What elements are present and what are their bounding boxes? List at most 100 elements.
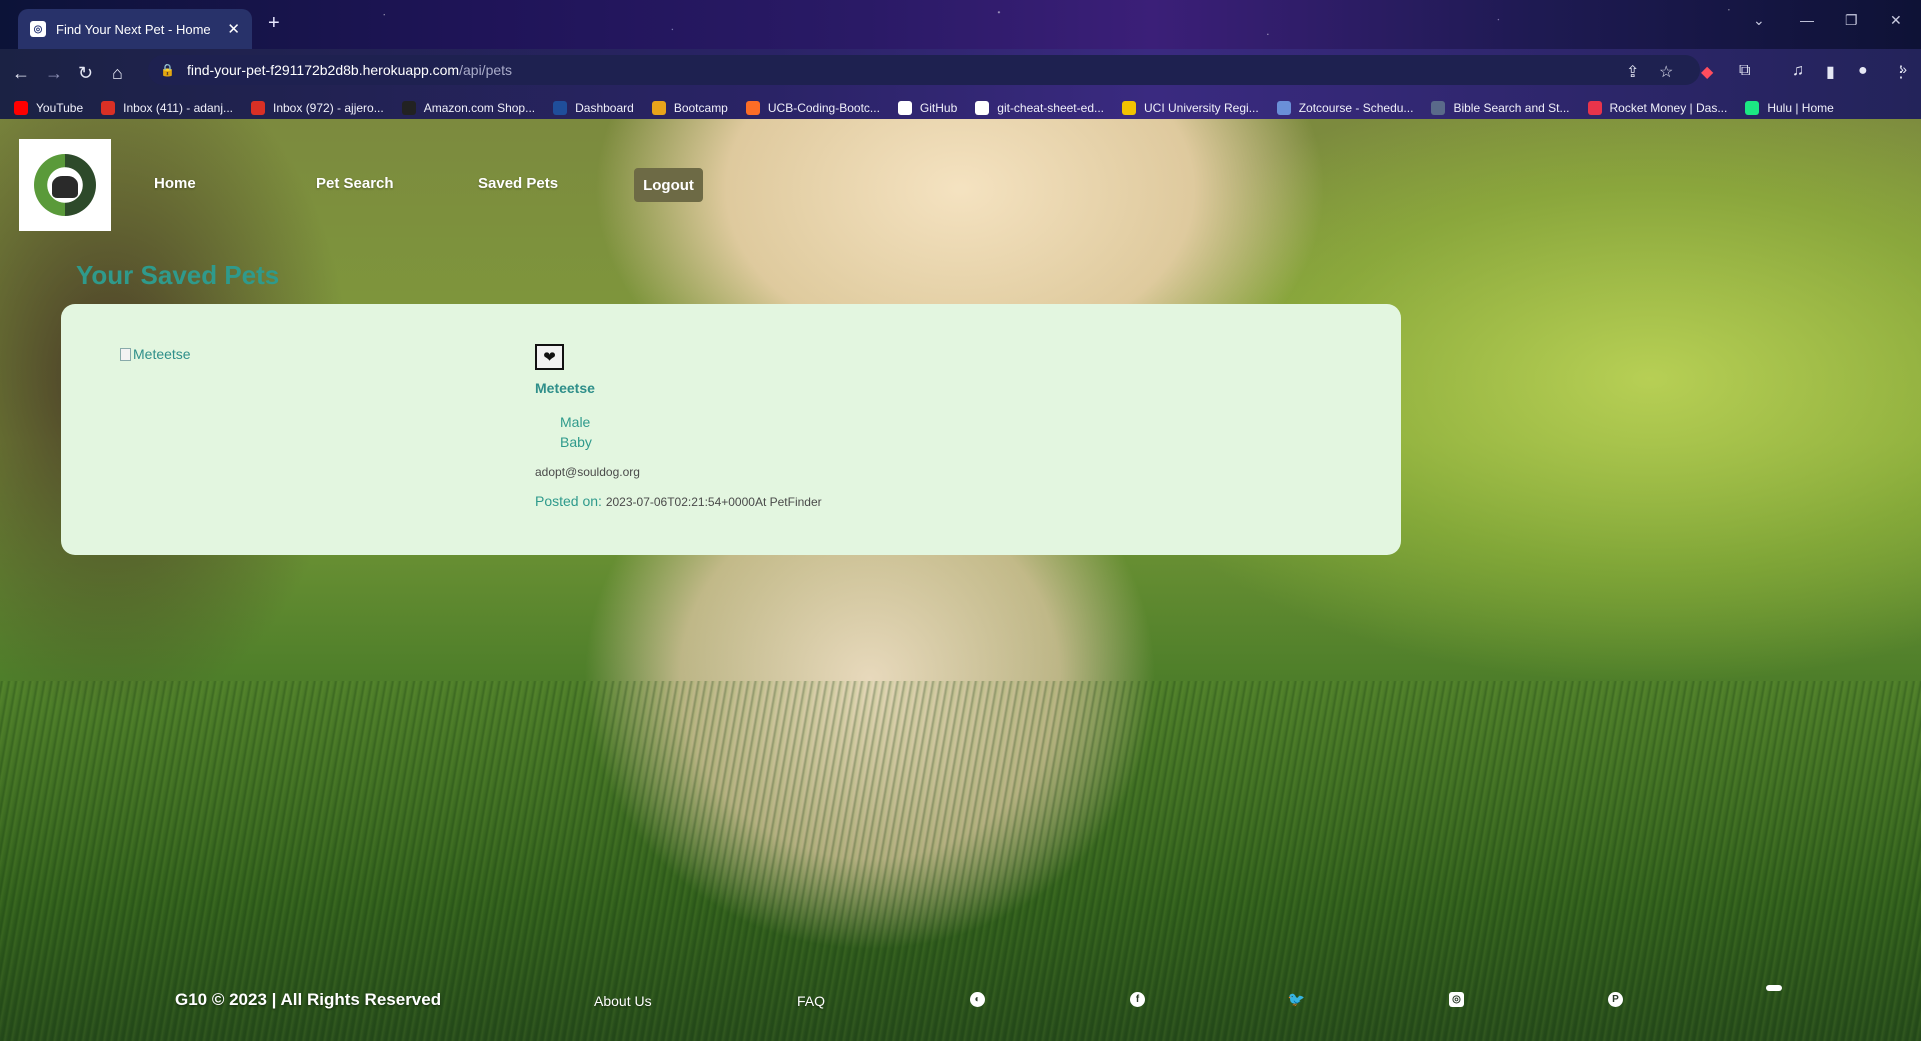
youtube-icon [14, 101, 28, 115]
logout-button[interactable]: Logout [634, 168, 703, 202]
pet-name: Meteetse [535, 380, 595, 396]
bookmark-label: YouTube [36, 101, 84, 115]
bookmark-item[interactable]: Inbox (972) - ajjero... [251, 101, 384, 115]
bookmark-label: UCI University Regi... [1144, 101, 1259, 115]
bookmark-label: UCB-Coding-Bootc... [767, 101, 880, 115]
broken-image-icon [120, 347, 131, 361]
bible-icon [1431, 101, 1446, 115]
bookmark-item[interactable]: Bible Search and St... [1431, 101, 1570, 115]
unsave-heart-button[interactable]: ❤ [535, 344, 564, 370]
nav-home-link[interactable]: Home [154, 175, 196, 192]
bookmark-item[interactable]: YouTube [14, 101, 83, 115]
bookmark-label: Inbox (411) - adanj... [123, 101, 233, 115]
site-favicon: ◎ [30, 21, 46, 37]
extensions-puzzle-icon[interactable]: ⧉ [1739, 62, 1750, 80]
uci-icon [1122, 101, 1136, 115]
more-bookmarks-icon[interactable]: » [1899, 61, 1907, 77]
home-icon[interactable]: ⌂ [112, 63, 123, 84]
bookmark-label: Bible Search and St... [1453, 101, 1570, 115]
lock-icon: 🔒 [160, 63, 175, 77]
bookmark-item[interactable]: GitHub [897, 101, 958, 115]
gmail-icon [251, 101, 265, 115]
bookmark-label: Amazon.com Shop... [423, 101, 536, 115]
bookmark-item[interactable]: Zotcourse - Schedu... [1276, 101, 1414, 115]
window-close-icon[interactable]: ✕ [1890, 12, 1902, 29]
github-icon [975, 101, 990, 115]
minimize-icon[interactable]: — [1800, 12, 1814, 28]
media-icon[interactable]: ♫ [1792, 62, 1804, 80]
bookmark-label: git-cheat-sheet-ed... [997, 101, 1104, 115]
bookmark-item[interactable]: Amazon.com Shop... [401, 101, 536, 115]
gmail-icon [101, 101, 116, 115]
share-icon[interactable]: ⇪ [1626, 62, 1639, 82]
close-tab-icon[interactable]: ✕ [227, 20, 240, 38]
browser-tab[interactable]: ◎ Find Your Next Pet - Home ✕ [18, 9, 252, 49]
footer-about-link[interactable]: About Us [594, 993, 652, 1009]
bookmark-item[interactable]: Hulu | Home [1745, 101, 1834, 115]
bookmark-item[interactable]: Dashboard [553, 101, 634, 115]
forward-icon[interactable]: → [45, 63, 63, 84]
browser-tabstrip: ◎ Find Your Next Pet - Home ✕ + ⌄ — ❐ ✕ [0, 0, 1921, 49]
hulu-icon [1745, 101, 1760, 115]
facebook-icon[interactable]: f [1130, 992, 1145, 1007]
bookmark-item[interactable]: UCB-Coding-Bootc... [745, 101, 880, 115]
pet-logo-icon [34, 154, 96, 216]
tab-title: Find Your Next Pet - Home [56, 21, 211, 37]
footer-faq-link[interactable]: FAQ [797, 993, 825, 1009]
uci-icon [553, 101, 568, 115]
footer-copyright: G10 © 2023 | All Rights Reserved [175, 990, 442, 1009]
extra-social-icon[interactable] [1766, 985, 1782, 991]
pet-posted-info: Posted on: 2023-07-06T02:21:54+0000At Pe… [535, 493, 822, 509]
bookmark-item[interactable]: Rocket Money | Das... [1587, 101, 1728, 115]
page-viewport: Home Pet Search Saved Pets Logout Your S… [0, 119, 1921, 1041]
amazon-icon [401, 101, 416, 115]
posted-date: 2023-07-06T02:21:54+0000At PetFinder [605, 495, 822, 509]
pet-gender: Male [560, 414, 591, 430]
page-title: Your Saved Pets [76, 260, 280, 290]
saved-pet-card: Meteetse ❤ Meteetse Male Baby adopt@soul… [61, 304, 1401, 555]
nav-saved-pets-link[interactable]: Saved Pets [478, 175, 558, 192]
site-footer: G10 © 2023 | All Rights Reserved About U… [0, 982, 1921, 1022]
heart-icon: ❤ [543, 349, 556, 366]
new-tab-button[interactable]: + [268, 12, 280, 35]
side-panel-icon[interactable]: ▮ [1826, 62, 1835, 82]
browser-toolbar: ← → ↻ ⌂ 🔒 find-your-pet-f291172b2d8b.her… [0, 49, 1921, 129]
bookmark-label: Zotcourse - Schedu... [1298, 101, 1414, 115]
restore-icon[interactable]: ❐ [1845, 12, 1858, 29]
site-logo[interactable] [19, 139, 111, 231]
instagram-icon[interactable]: ◎ [1449, 992, 1464, 1007]
bookmark-item[interactable]: Bootcamp [651, 101, 728, 115]
rocket-icon [1587, 101, 1602, 115]
bookmark-star-icon[interactable]: ☆ [1659, 62, 1673, 82]
nav-pet-search-link[interactable]: Pet Search [316, 175, 394, 192]
bookmark-label: Inbox (972) - ajjero... [273, 101, 384, 115]
pinterest-icon[interactable]: P [1608, 992, 1623, 1007]
github-icon [897, 101, 912, 115]
twitter-icon[interactable]: 🐦 [1288, 991, 1305, 1007]
bookmark-item[interactable]: Inbox (411) - adanj... [101, 101, 233, 115]
profile-avatar-icon[interactable]: ● [1858, 62, 1868, 80]
calendar-icon [1276, 101, 1291, 115]
url-path: /api/pets [459, 62, 513, 78]
bookmark-label: Dashboard [575, 101, 634, 115]
url-host: find-your-pet-f291172b2d8b.herokuapp.com [186, 62, 460, 78]
bootcamp-icon [651, 101, 666, 115]
reload-icon[interactable]: ↻ [78, 63, 93, 84]
pet-age: Baby [560, 434, 592, 450]
extension-icon[interactable]: ◆ [1701, 62, 1713, 82]
bookmark-label: Hulu | Home [1767, 101, 1834, 115]
github-icon[interactable]: ◐ [970, 992, 985, 1007]
bookmark-item[interactable]: git-cheat-sheet-ed... [975, 101, 1104, 115]
pet-image-alt: Meteetse [133, 346, 191, 362]
address-bar[interactable]: 🔒 find-your-pet-f291172b2d8b.herokuapp.c… [148, 55, 1700, 85]
pet-image: Meteetse [120, 346, 191, 362]
bookmark-label: Rocket Money | Das... [1609, 101, 1728, 115]
tab-search-icon[interactable]: ⌄ [1753, 12, 1765, 29]
back-icon[interactable]: ← [12, 63, 30, 84]
bookmark-label: GitHub [919, 101, 958, 115]
posted-label: Posted on: [535, 493, 602, 509]
bookmark-label: Bootcamp [673, 101, 728, 115]
bookmark-item[interactable]: UCI University Regi... [1122, 101, 1259, 115]
gitlab-icon [745, 101, 760, 115]
pet-contact-email: adopt@souldog.org [535, 465, 640, 479]
